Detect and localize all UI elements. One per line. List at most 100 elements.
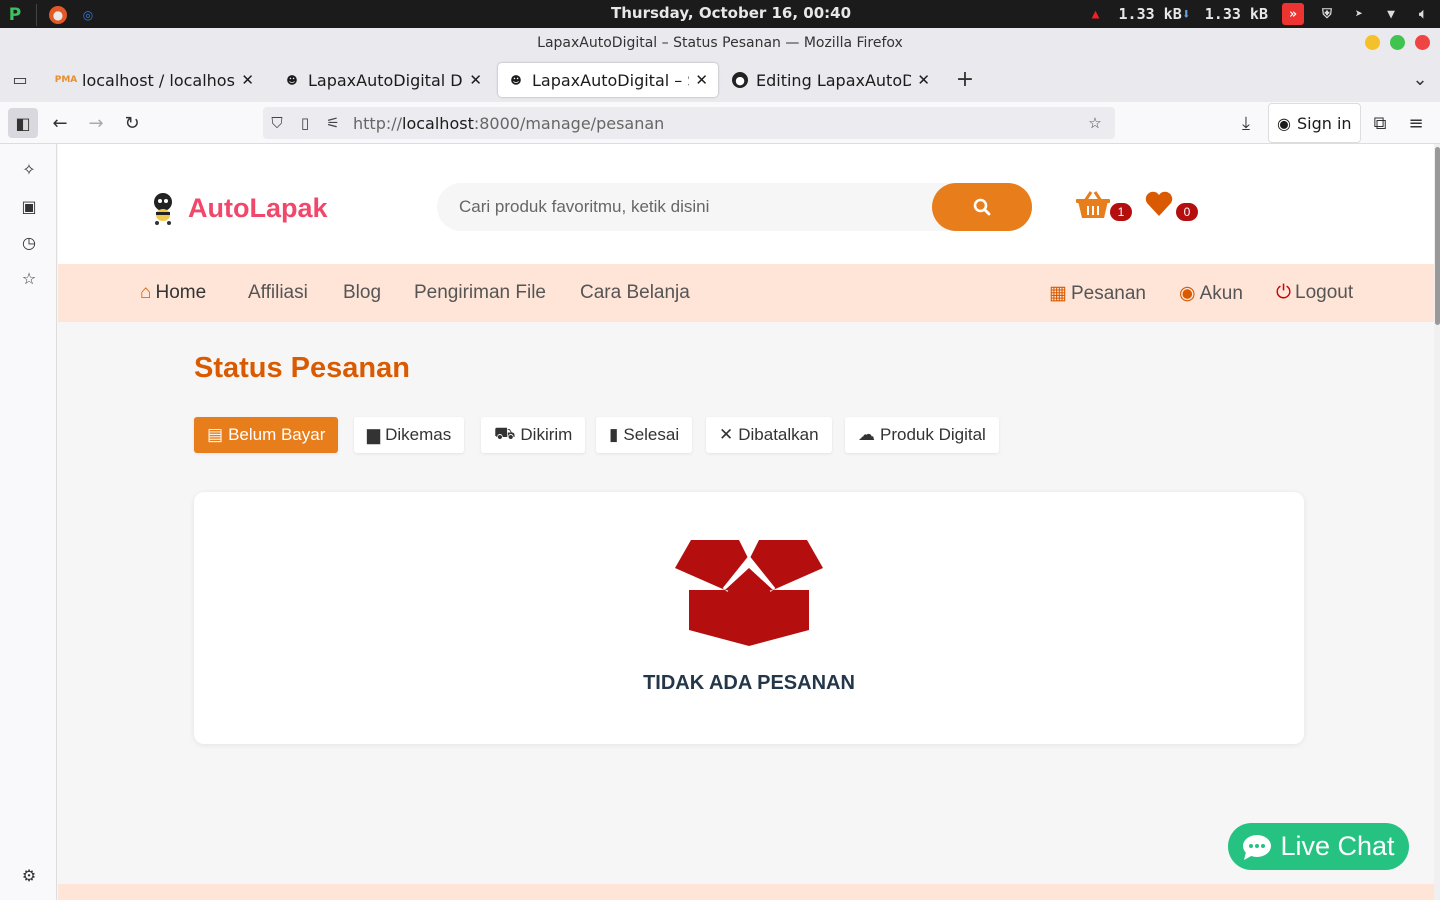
menu-home[interactable]: ⌂ Home: [140, 282, 206, 304]
tab-dikirim[interactable]: ⛟ Dikirim: [481, 417, 586, 453]
url-text[interactable]: http://localhost:8000/manage/pesanan: [353, 114, 664, 133]
close-icon[interactable]: ✕: [241, 71, 254, 89]
tab-belum-bayar[interactable]: ▤ Belum Bayar: [194, 417, 339, 453]
tab-dikemas[interactable]: ▆ Dikemas: [354, 417, 465, 453]
search-input[interactable]: [459, 195, 919, 219]
truck-icon: ⛟: [494, 424, 516, 443]
sidebar-toggle-button[interactable]: ◧: [8, 108, 38, 138]
app-launcher-icon[interactable]: P: [6, 5, 24, 25]
tab-label: localhost / localhost /: [82, 70, 236, 90]
menu-blog[interactable]: Blog: [343, 282, 381, 304]
tracking-protection-icon[interactable]: ⛉: [263, 114, 291, 132]
footer-strip: [58, 884, 1434, 900]
firefox-icon[interactable]: ●: [49, 6, 67, 24]
wishlist-button[interactable]: 0: [1145, 191, 1198, 222]
navigation-toolbar: ◧ ← → ↻ ⛉ ▯ ⚟ http://localhost:8000/mana…: [0, 102, 1440, 144]
cart-button[interactable]: 1: [1076, 190, 1132, 225]
close-icon[interactable]: ✕: [917, 71, 930, 89]
basket-icon: [1076, 191, 1110, 218]
tab-bar: ▭ PMA localhost / localhost / ✕ ☻ LapaxA…: [0, 58, 1440, 102]
reload-button[interactable]: ↻: [117, 108, 147, 138]
bookmark-star-icon[interactable]: ☆: [1081, 114, 1109, 132]
x-icon: ✕: [719, 425, 734, 444]
menu-cara-belanja[interactable]: Cara Belanja: [580, 282, 690, 304]
history-icon[interactable]: ◷: [18, 231, 40, 253]
tab-dibatalkan[interactable]: ✕ Dibatalkan: [706, 417, 832, 453]
tab-dashboard[interactable]: ☻ LapaxAutoDigital Dash ✕: [274, 63, 492, 97]
anydesk-icon[interactable]: »: [1282, 3, 1304, 25]
sign-in-button[interactable]: ◉ Sign in: [1268, 103, 1361, 143]
tab-label: Dikemas: [385, 425, 452, 444]
tab-selesai[interactable]: ▮ Selesai: [596, 417, 693, 453]
cart-count-badge: 1: [1110, 203, 1132, 221]
mascot-logo-icon: [154, 193, 172, 225]
window-title: LapaxAutoDigital – Status Pesanan — Mozi…: [537, 35, 903, 51]
app-icon[interactable]: ◎: [79, 6, 97, 24]
menu-akun-label: Akun: [1199, 282, 1243, 304]
browser-sidebar: ✧ ▣ ◷ ☆ ⚙: [0, 144, 57, 900]
minimize-button[interactable]: [1365, 35, 1380, 50]
tab-phpmyadmin[interactable]: PMA localhost / localhost / ✕: [48, 63, 264, 97]
net-up-readout: 1.33 kB: [1204, 5, 1268, 23]
menu-pengiriman-file[interactable]: Pengiriman File: [414, 282, 546, 304]
tab-label: Dibatalkan: [738, 425, 819, 444]
search-button[interactable]: [932, 183, 1032, 231]
menu-affiliasi[interactable]: Affiliasi: [248, 282, 308, 304]
ai-chatbot-icon[interactable]: ✧: [18, 158, 40, 180]
search-bar: [437, 183, 1032, 231]
power-icon: ⏻: [1276, 282, 1292, 303]
account-icon: ◉: [1277, 113, 1291, 133]
new-tab-button[interactable]: +: [950, 64, 980, 94]
maximize-button[interactable]: [1390, 35, 1405, 50]
search-icon: [973, 198, 991, 216]
firefox-view-button[interactable]: ▭: [5, 64, 35, 94]
scrollbar-thumb[interactable]: [1435, 147, 1440, 325]
vpn-icon[interactable]: ▼: [1382, 5, 1400, 23]
telegram-icon[interactable]: ➤: [1350, 5, 1368, 23]
volume-icon[interactable]: 🔈︎: [1414, 5, 1432, 23]
url-path: :8000/manage/pesanan: [473, 113, 665, 133]
user-circle-icon: ◉: [1179, 283, 1196, 304]
extensions-button[interactable]: ⧉: [1365, 108, 1395, 138]
down-arrow-icon: ⬇: [1181, 5, 1191, 23]
mascot-icon: ☻: [510, 73, 522, 87]
close-window-button[interactable]: [1415, 35, 1430, 50]
synced-tabs-icon[interactable]: ▣: [18, 195, 40, 217]
menu-home-label: Home: [155, 282, 207, 303]
site-logo[interactable]: AutoLapak: [146, 190, 328, 226]
menu-pesanan[interactable]: ▦ Pesanan: [1049, 282, 1146, 305]
home-icon: ⌂: [140, 282, 152, 303]
tab-label: Selesai: [623, 425, 680, 444]
empty-orders-message: TIDAK ADA PESANAN: [643, 672, 855, 694]
app-menu-button[interactable]: ≡: [1401, 108, 1431, 138]
net-down-value: 1.33 kB: [1118, 5, 1182, 23]
box-icon: ▆: [367, 425, 381, 444]
tab-label: Produk Digital: [880, 425, 986, 444]
downloads-button[interactable]: ⤓: [1231, 108, 1261, 138]
page-info-icon[interactable]: ▯: [291, 114, 319, 132]
github-icon: ●: [732, 72, 748, 88]
open-box-icon: [675, 540, 823, 646]
tab-produk-digital[interactable]: ☁ Produk Digital: [845, 417, 999, 453]
menu-logout[interactable]: ⏻ Logout: [1276, 282, 1353, 304]
url-bar[interactable]: ⛉ ▯ ⚟ http://localhost:8000/manage/pesan…: [263, 107, 1115, 139]
bookmarks-icon[interactable]: ☆: [18, 267, 40, 289]
tab-status-pesanan[interactable]: ☻ LapaxAutoDigital – Sta ✕: [498, 63, 718, 97]
menu-akun[interactable]: ◉ Akun: [1179, 282, 1243, 305]
gift-icon: ▦: [1049, 283, 1067, 304]
net-down-readout: 1.33 kB ⬇: [1119, 5, 1191, 23]
shield-icon[interactable]: ⛨: [1318, 5, 1336, 23]
tab-github-editing[interactable]: ● Editing LapaxAutoDigi ✕: [722, 63, 940, 97]
money-bill-icon: ▤: [207, 425, 224, 444]
settings-icon[interactable]: ⚙: [18, 864, 40, 886]
forward-button[interactable]: →: [81, 108, 111, 138]
live-chat-button[interactable]: Live Chat: [1228, 823, 1409, 870]
back-button[interactable]: ←: [45, 108, 75, 138]
window-titlebar: LapaxAutoDigital – Status Pesanan — Mozi…: [0, 28, 1440, 58]
tab-label: Editing LapaxAutoDigi: [756, 70, 912, 90]
close-icon[interactable]: ✕: [469, 71, 482, 89]
permissions-icon[interactable]: ⚟: [319, 114, 347, 132]
close-icon[interactable]: ✕: [695, 71, 708, 89]
list-all-tabs-button[interactable]: ⌄: [1405, 64, 1435, 94]
panel-clock[interactable]: Thursday, October 16, 00:40: [611, 4, 851, 22]
